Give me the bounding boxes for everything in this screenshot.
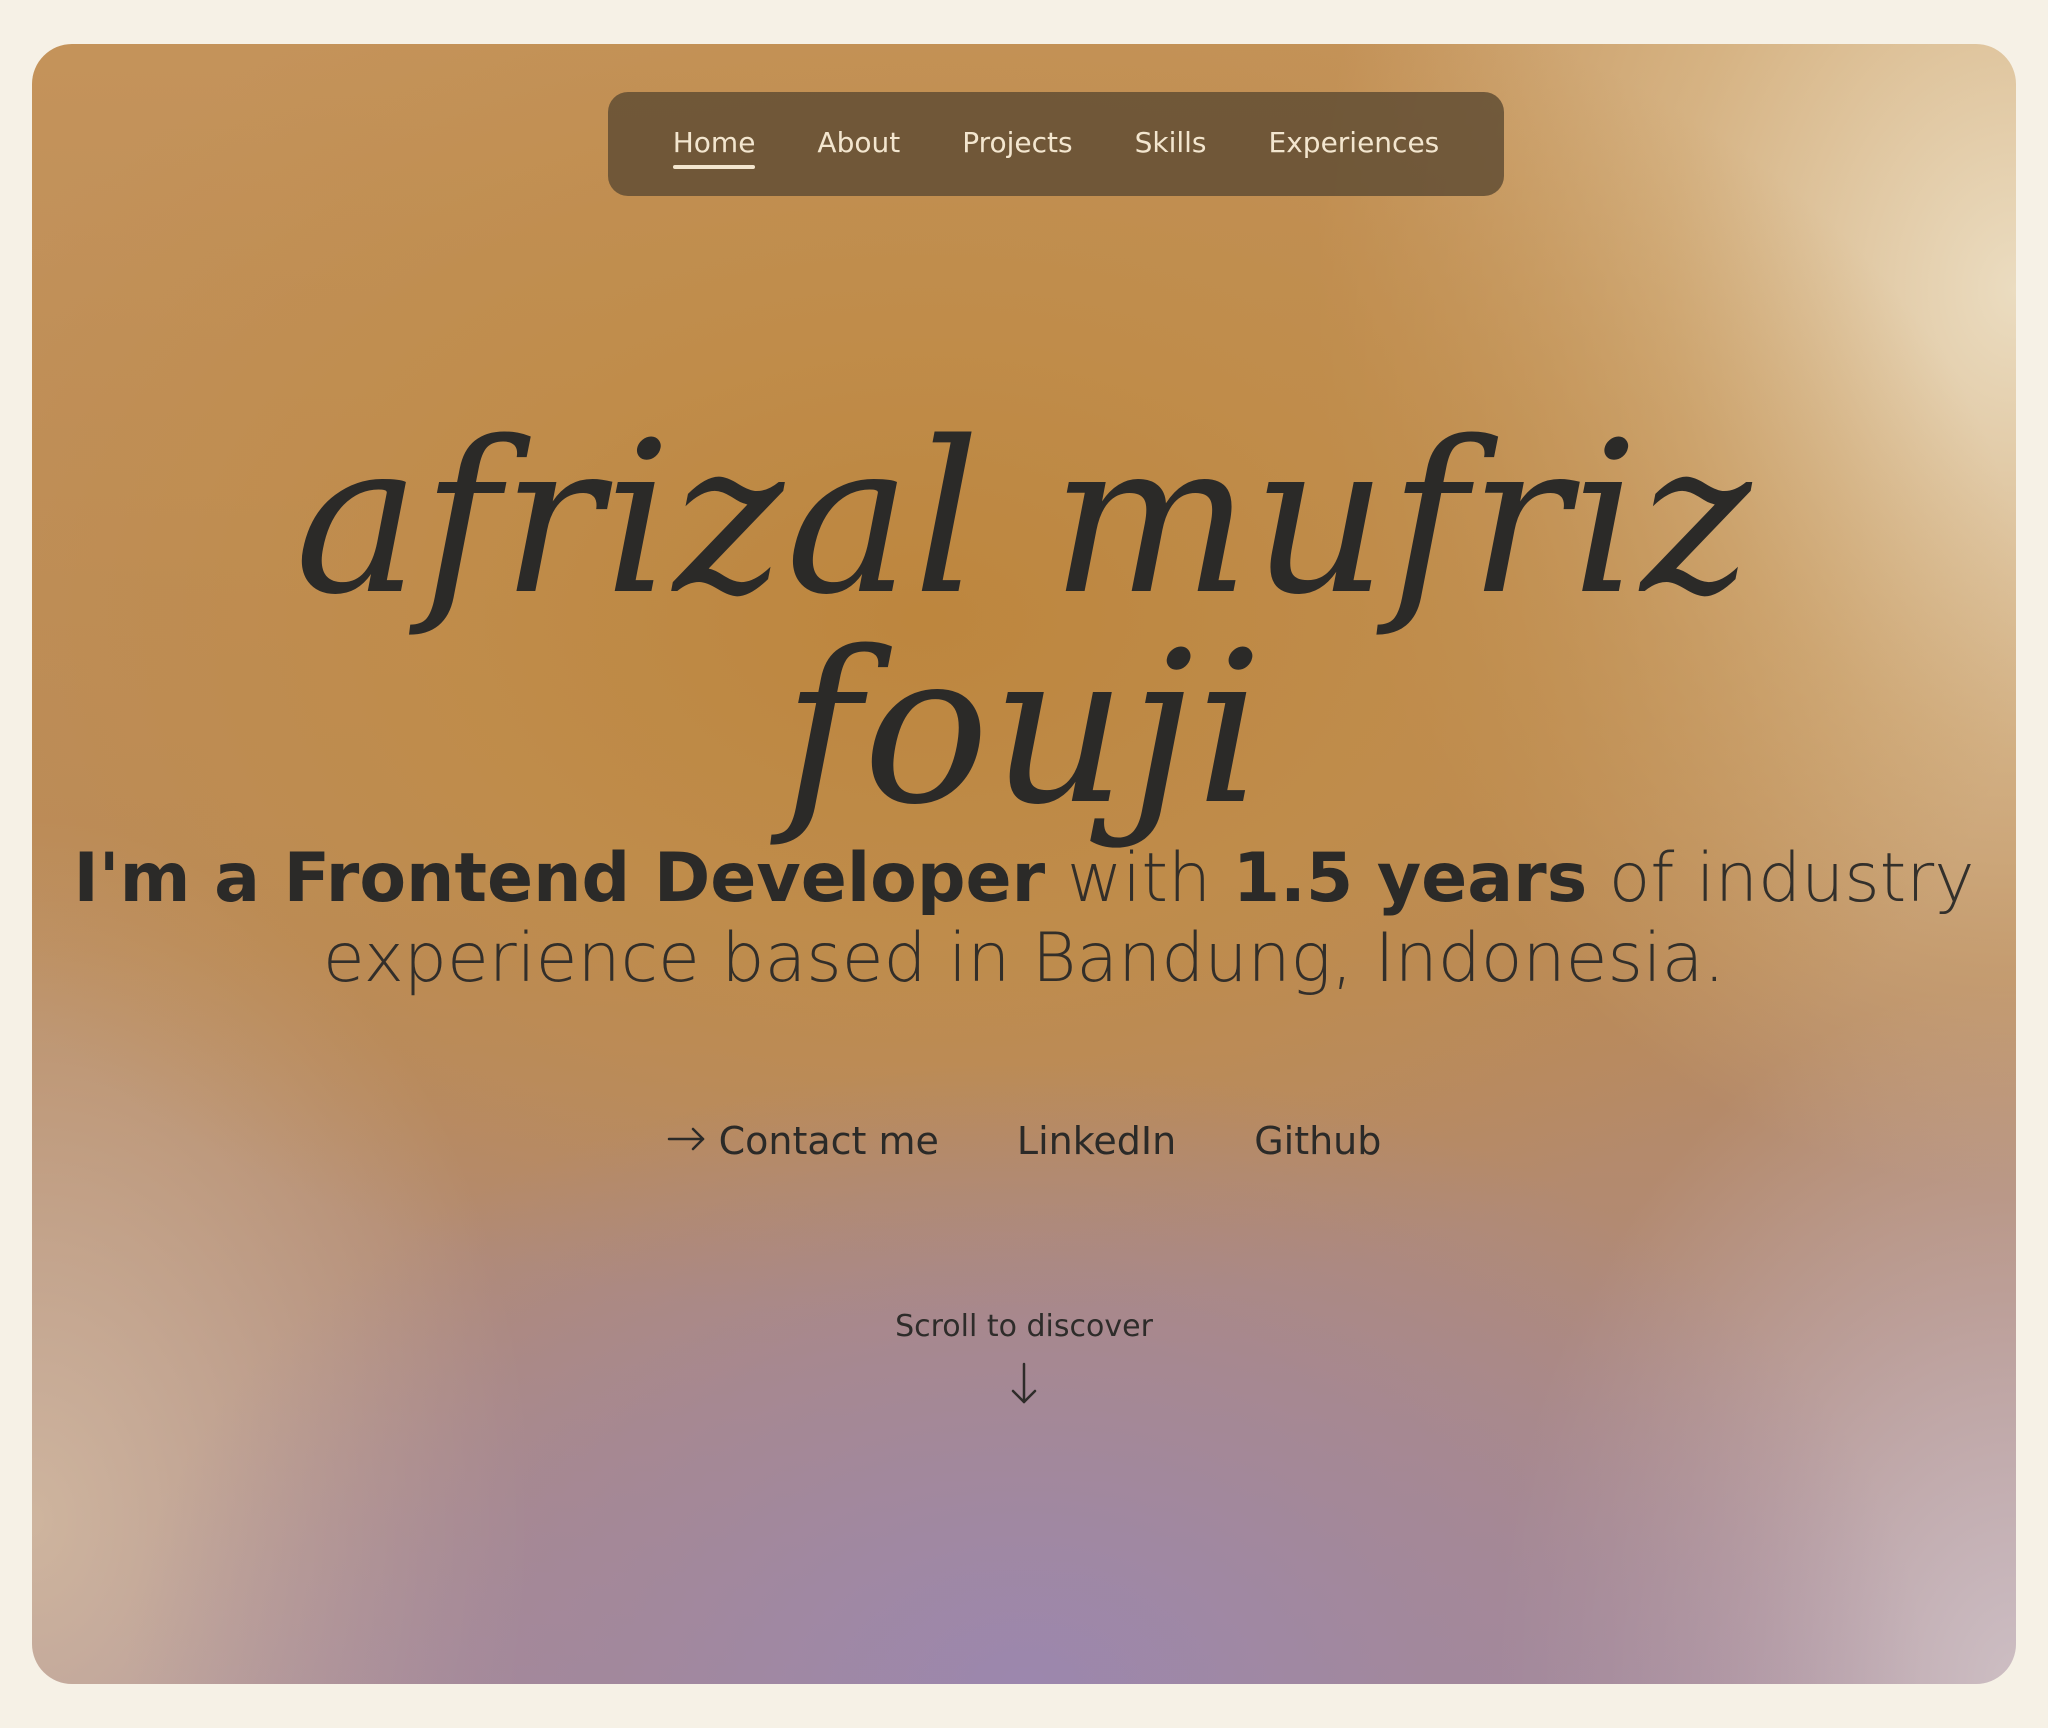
nav-item-home[interactable]: Home — [672, 120, 755, 169]
contact-me-link[interactable]: Contact me — [667, 1119, 939, 1163]
top-nav: Home About Projects Skills Experiences — [608, 92, 1504, 196]
contact-me-label: Contact me — [718, 1119, 939, 1163]
intro-role: I'm a Frontend Developer — [73, 839, 1046, 918]
nav-item-about[interactable]: About — [817, 120, 900, 169]
nav-item-experiences[interactable]: Experiences — [1269, 120, 1440, 169]
intro-with: with — [1045, 839, 1233, 918]
arrow-right-svg — [667, 1127, 704, 1151]
contact-links: Contact me LinkedIn Github — [32, 1119, 2016, 1163]
intro-rest: of industry — [1587, 839, 1975, 918]
nav-item-skills[interactable]: Skills — [1135, 120, 1207, 169]
github-link[interactable]: Github — [1254, 1119, 1381, 1163]
nav-item-projects[interactable]: Projects — [962, 120, 1072, 169]
intro-years: 1.5 years — [1232, 839, 1588, 918]
intro-text: I'm a Frontend Developer with 1.5 years … — [32, 839, 2016, 999]
hero-name: afrizal mufriz fouji — [294, 396, 1754, 851]
arrow-right-icon — [667, 1122, 707, 1160]
linkedin-link[interactable]: LinkedIn — [1017, 1119, 1176, 1163]
scroll-indicator[interactable]: Scroll to discover — [32, 1309, 2016, 1406]
intro-line-1: I'm a Frontend Developer with 1.5 years … — [32, 839, 2016, 919]
intro-line-2: experience based in Bandung, Indonesia. — [322, 919, 1726, 998]
arrow-down-icon — [1011, 1362, 1037, 1404]
hero-card: Home About Projects Skills Experiences a… — [32, 44, 2016, 1684]
scroll-label: Scroll to discover — [895, 1309, 1153, 1344]
